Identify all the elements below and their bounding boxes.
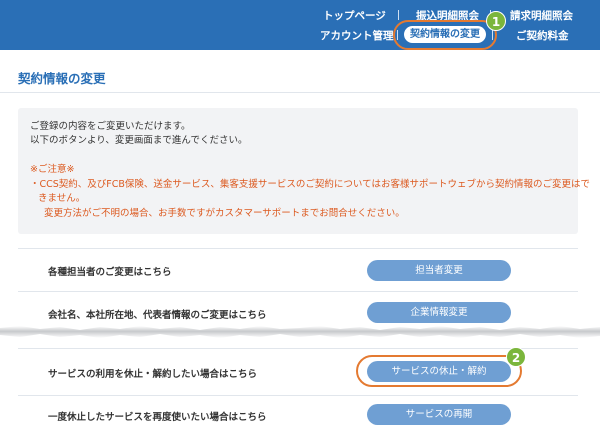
caution-title: ※ご注意※ — [30, 164, 75, 175]
notice-line-2: 以下のボタンより、変更画面まで進んでください。 — [30, 135, 248, 146]
service-suspend-cancel-button[interactable]: サービスの休止・解約 — [367, 361, 511, 382]
nav-separator — [397, 30, 398, 40]
page-title: 契約情報の変更 — [18, 71, 106, 86]
nav-account-management[interactable]: アカウント管理 — [320, 28, 394, 43]
divider — [18, 291, 578, 292]
caution-line-1: ・CCS契約、及びFCB保険、送金サービス、集客支援サービスのご契約についてはお… — [30, 179, 590, 190]
divider — [0, 92, 600, 93]
torn-edge — [0, 326, 600, 338]
notice-box: ご登録の内容をご変更いただけます。 以下のボタンより、変更画面まで進んでください… — [18, 108, 590, 234]
row-label-contact-person: 各種担当者のご変更はこちら — [48, 267, 172, 278]
nav-separator — [492, 30, 493, 40]
nav-separator — [398, 10, 399, 20]
nav-top-page[interactable]: トップページ — [323, 8, 386, 23]
callout-badge-2: 2 — [506, 347, 526, 367]
nav-transfer-details[interactable]: 振込明細照会 — [416, 8, 479, 23]
nav-contract-fee[interactable]: ご契約料金 — [516, 28, 569, 43]
divider — [18, 395, 578, 396]
notice-line-1: ご登録の内容をご変更いただけます。 — [30, 121, 191, 132]
nav-contract-change[interactable]: 契約情報の変更 — [404, 26, 486, 43]
divider — [18, 348, 578, 349]
caution-line-2: きません。 — [38, 193, 86, 204]
contact-person-change-button[interactable]: 担当者変更 — [367, 260, 511, 281]
global-header: トップページ 振込明細照会 請求明細照会 アカウント管理 契約情報の変更 ご契約… — [0, 0, 600, 50]
divider — [18, 248, 578, 249]
service-resume-button[interactable]: サービスの再開 — [367, 404, 511, 425]
row-label-service-suspend: サービスの利用を休止・解約したい場合はこちら — [48, 369, 258, 380]
callout-badge-1: 1 — [486, 11, 506, 31]
nav-billing-details[interactable]: 請求明細照会 — [510, 8, 573, 23]
row-label-service-resume: 一度休止したサービスを再度使いたい場合はこちら — [48, 412, 267, 423]
caution-line-3: 変更方法がご不明の場合、お手数ですがカスタマーサポートまでお問合せください。 — [44, 208, 405, 219]
